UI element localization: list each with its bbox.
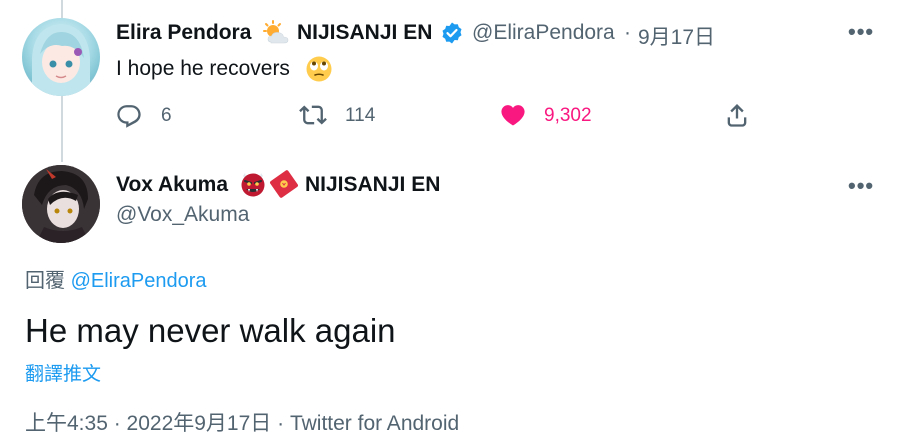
avatar-vox[interactable]	[22, 165, 100, 243]
translate-tweet-link[interactable]: 翻譯推文	[25, 359, 101, 386]
reply-prefix: 回覆	[25, 270, 65, 292]
author-handle[interactable]: @Vox_Akuma	[116, 203, 249, 227]
more-icon[interactable]: •••	[848, 173, 874, 199]
tweet-source: Twitter for Android	[289, 412, 460, 435]
reply-count: 6	[161, 105, 172, 126]
author-handle[interactable]: @EliraPendora	[472, 21, 615, 45]
author-name[interactable]: Vox Akuma	[116, 173, 228, 197]
retweet-icon[interactable]	[298, 101, 328, 129]
ogre-emoji-icon	[239, 170, 267, 198]
tweet-date[interactable]: 9月17日	[638, 21, 715, 51]
tweet-meta: 上午4:35 · 2022年9月17日 · Twitter for Androi…	[25, 407, 459, 437]
author-name[interactable]: Elira Pendora	[116, 21, 251, 45]
replying-to: 回覆 @EliraPendora	[25, 264, 207, 293]
retweet-count: 114	[345, 105, 376, 126]
verified-badge-icon	[440, 21, 464, 45]
reply-icon[interactable]	[115, 101, 143, 129]
author-name-suffix: NIJISANJI EN	[297, 21, 433, 44]
reply-to-handle-link[interactable]: @EliraPendora	[71, 270, 207, 292]
avatar-elira[interactable]	[22, 18, 100, 96]
heart-icon[interactable]	[499, 101, 527, 129]
like-count: 9,302	[544, 105, 592, 126]
red-envelope-emoji-icon	[269, 170, 299, 198]
tweet-timestamp[interactable]: 上午4:35 · 2022年9月17日 ·	[25, 412, 290, 435]
tweet-text: He may never walk again	[25, 312, 396, 349]
tweet-text: I hope he recovers	[116, 57, 290, 80]
sun-behind-cloud-emoji-icon	[262, 20, 290, 46]
rolling-eyes-emoji-icon	[305, 55, 333, 83]
more-icon[interactable]: •••	[848, 19, 874, 45]
meta-separator: ·	[624, 21, 631, 44]
author-name-suffix: NIJISANJI EN	[305, 173, 441, 196]
share-icon[interactable]	[723, 101, 751, 129]
